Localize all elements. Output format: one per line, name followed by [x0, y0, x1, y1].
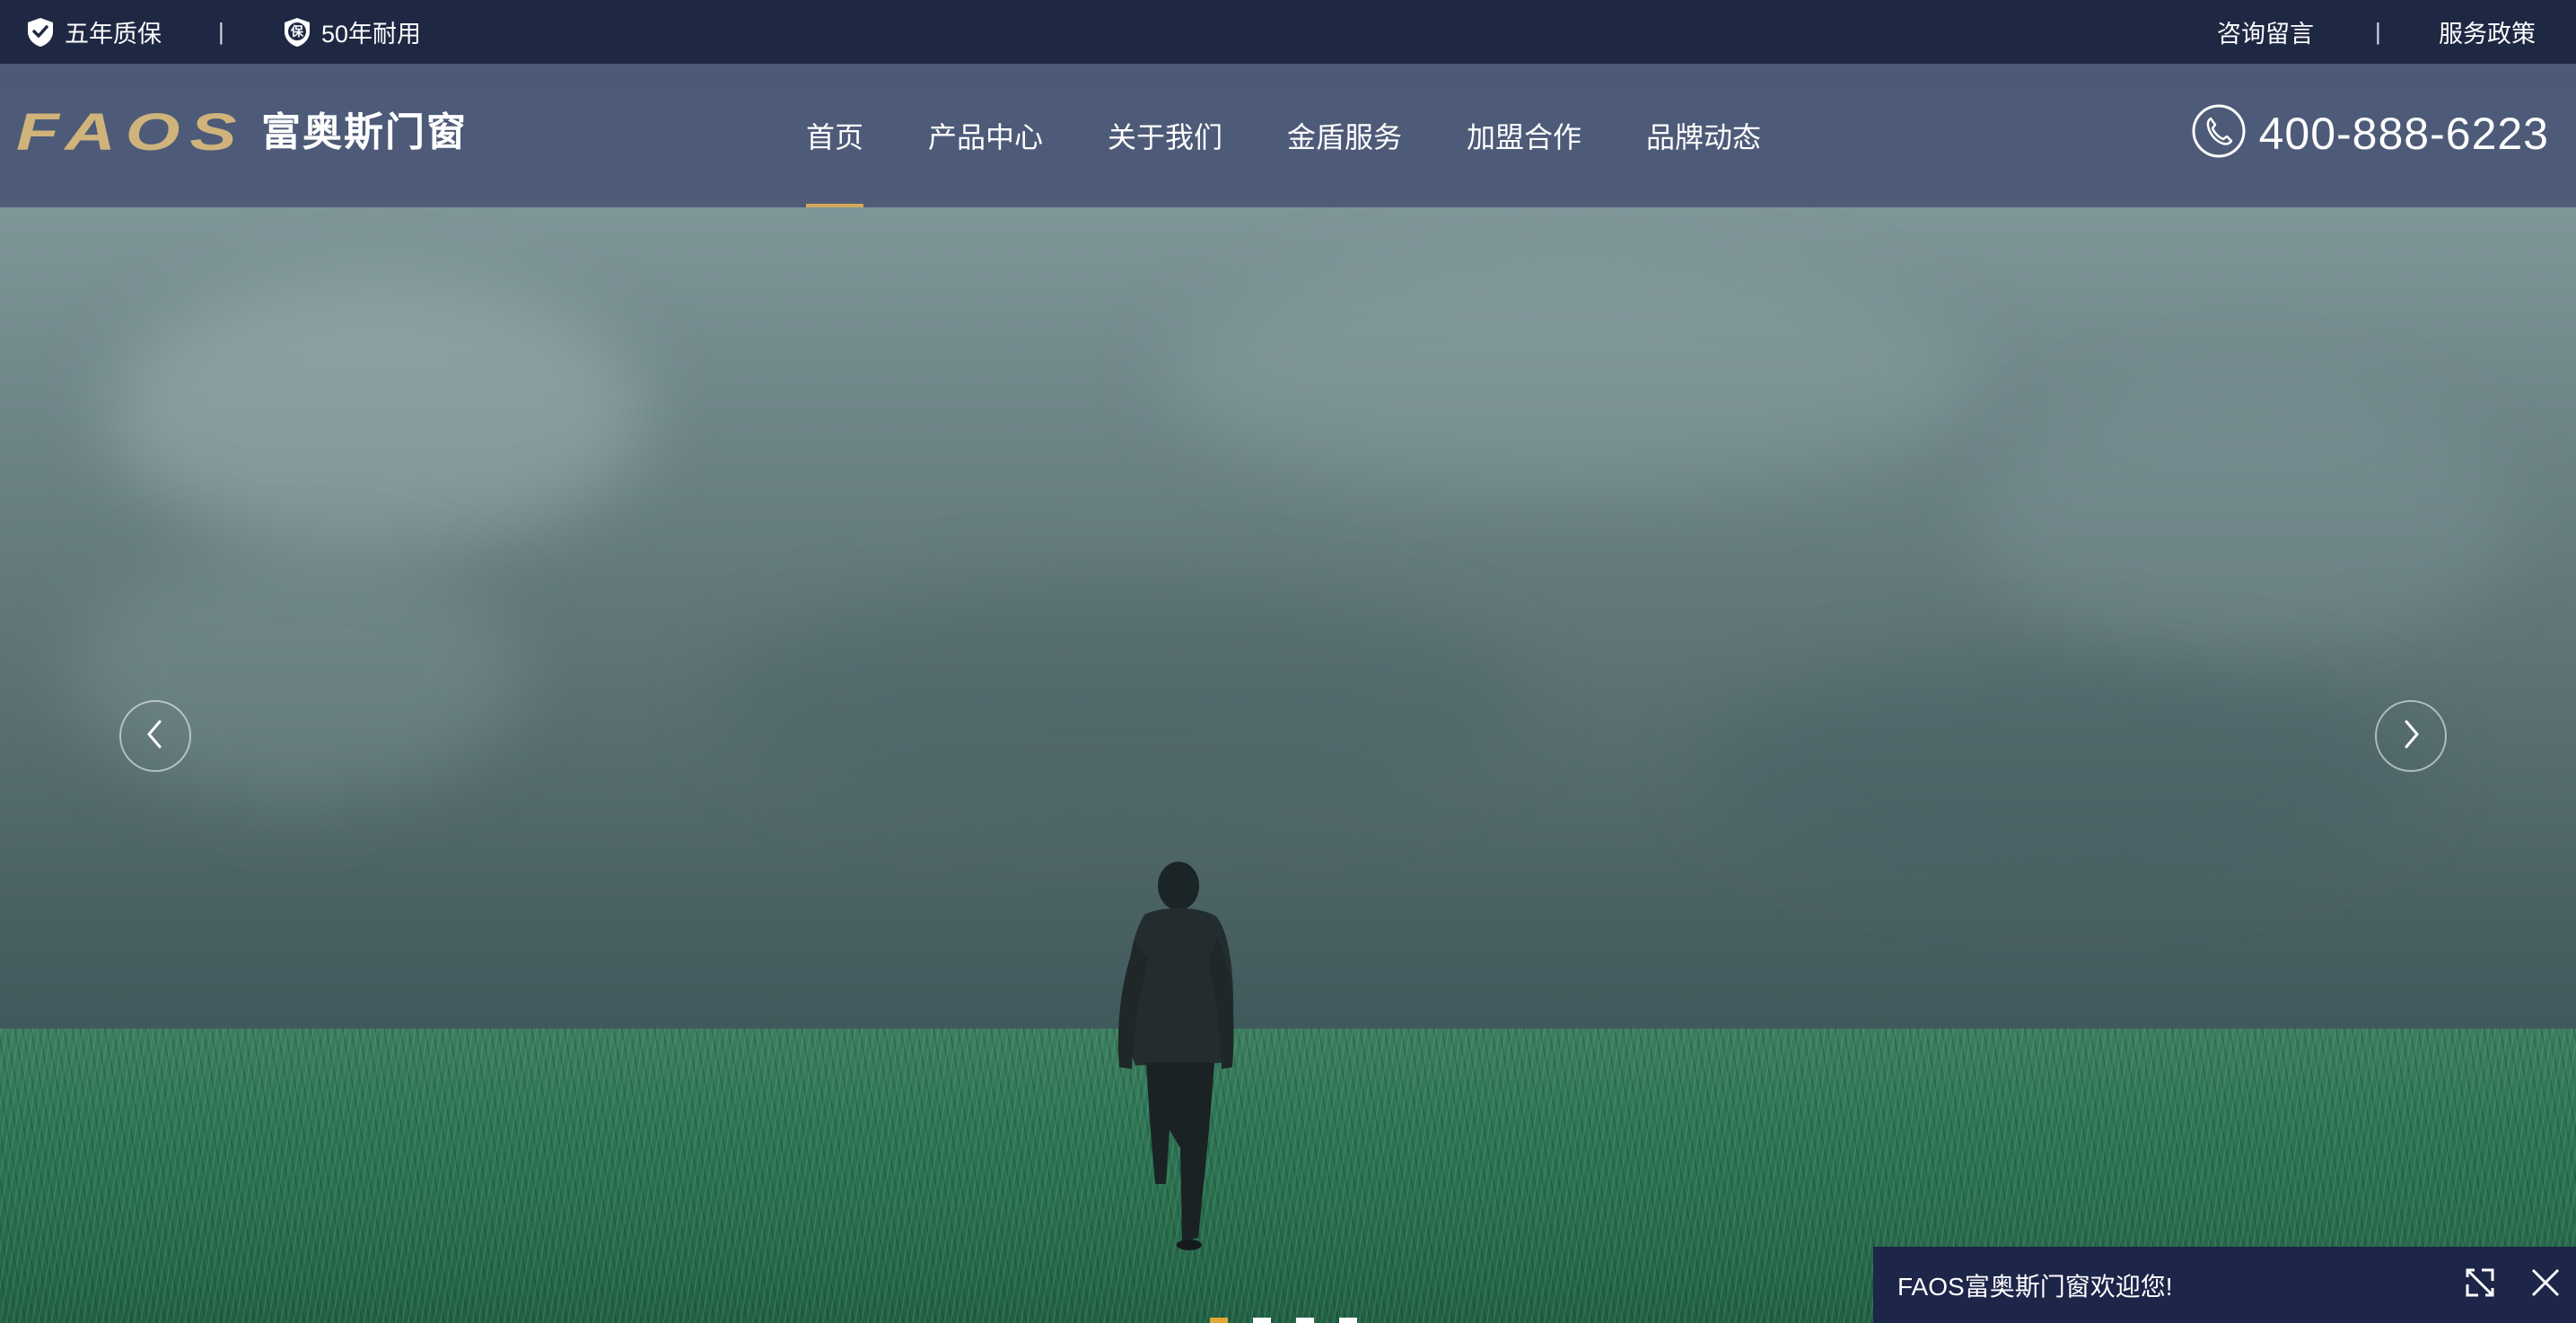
slider-next-button[interactable]	[2375, 700, 2447, 772]
badge-char: 保	[291, 23, 303, 39]
slider-dot[interactable]	[1296, 1318, 1314, 1323]
nav-item-news[interactable]: 品牌动态	[1646, 64, 1761, 207]
consult-link[interactable]: 咨询留言	[2217, 0, 2314, 64]
nav-item-franchise[interactable]: 加盟合作	[1467, 64, 1582, 207]
chat-popup[interactable]: FAOS富奥斯门窗欢迎您!	[1873, 1247, 2576, 1323]
slider-dot[interactable]	[1253, 1318, 1271, 1323]
phone-icon	[2191, 103, 2247, 163]
slider-dot[interactable]	[1339, 1318, 1357, 1323]
warranty-label: 五年质保	[65, 21, 162, 48]
logo-latin: FAOS	[16, 103, 247, 162]
separator: |	[218, 18, 224, 45]
shield-badge-icon: 保	[282, 16, 312, 48]
shield-check-icon	[25, 16, 56, 48]
phone-number: 400-888-6223	[2258, 108, 2549, 159]
service-policy-link[interactable]: 服务政策	[2439, 0, 2536, 64]
expand-icon	[2462, 1265, 2498, 1305]
logo[interactable]: FAOS 富奥斯门窗	[16, 107, 468, 159]
phone-contact[interactable]: 400-888-6223	[2191, 103, 2549, 163]
nav-item-home[interactable]: 首页	[806, 64, 864, 207]
nav-item-about[interactable]: 关于我们	[1108, 64, 1222, 207]
warranty-badge: 五年质保	[25, 0, 162, 64]
walking-person-image	[1117, 862, 1234, 1250]
separator: |	[2375, 18, 2381, 45]
nav-item-products[interactable]: 产品中心	[928, 64, 1043, 207]
chat-expand-button[interactable]	[2462, 1247, 2498, 1323]
hero-banner	[0, 207, 2576, 1323]
nav-item-service[interactable]: 金盾服务	[1287, 64, 1402, 207]
durability-label: 50年耐用	[321, 21, 422, 48]
close-icon	[2528, 1266, 2563, 1304]
slider-prev-button[interactable]	[119, 700, 191, 772]
chat-welcome-message: FAOS富奥斯门窗欢迎您!	[1897, 1272, 2173, 1301]
chevron-right-icon	[2397, 716, 2424, 757]
main-header: FAOS 富奥斯门窗 首页 产品中心 关于我们 金盾服务 加盟合作 品牌动态 4…	[0, 64, 2576, 207]
top-bar: 五年质保 | 保 50年耐用 咨询留言 | 服务政策	[0, 0, 2576, 64]
slider-dot[interactable]	[1210, 1318, 1228, 1323]
durability-badge: 保 50年耐用	[282, 0, 421, 64]
slider-pagination	[1210, 1318, 1357, 1323]
consult-label[interactable]: 咨询留言	[2217, 14, 2314, 49]
chevron-left-icon	[142, 716, 169, 757]
service-policy-label[interactable]: 服务政策	[2439, 14, 2536, 49]
chat-close-button[interactable]	[2528, 1247, 2563, 1323]
